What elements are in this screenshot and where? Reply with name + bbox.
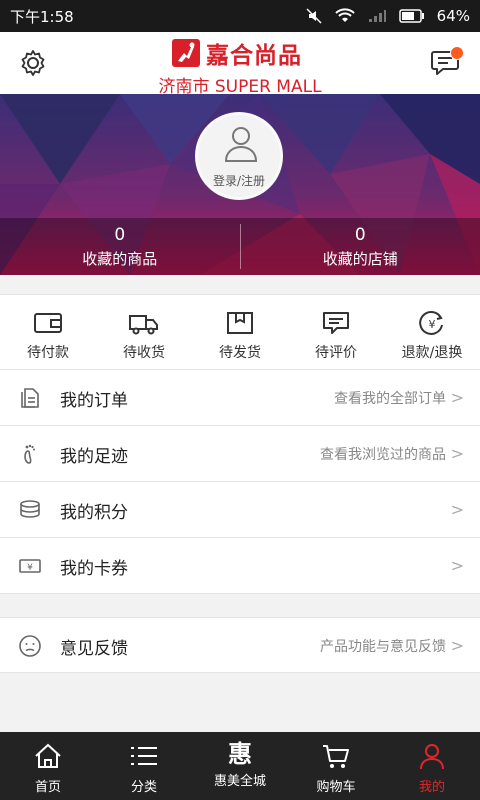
status-time: 下午1:58 [10, 7, 74, 26]
favorite-shops-label: 收藏的店铺 [322, 250, 398, 268]
menu-my-coupons-title: 我的卡券 [60, 559, 128, 579]
messages-button[interactable] [430, 46, 466, 80]
logo-mark [172, 39, 200, 67]
menu-my-coupons[interactable]: ¥ 我的卡券 > [0, 538, 480, 594]
favorite-products-count: 0 [114, 225, 126, 245]
favorite-shops-count: 0 [354, 225, 366, 245]
tab-home-label: 首页 [34, 780, 61, 795]
menu-my-points[interactable]: 我的积分 > [0, 482, 480, 538]
favorite-products[interactable]: 0 收藏的商品 [0, 218, 240, 275]
login-avatar-button[interactable]: 登录/注册 [195, 112, 283, 200]
order-pending-payment[interactable]: 待付款 [0, 295, 96, 369]
tab-cart[interactable]: 购物车 [288, 732, 384, 800]
app-header: 嘉合尚品 济南市 SUPER MALL [0, 32, 480, 97]
wifi-icon [334, 8, 355, 22]
menu-my-orders[interactable]: 我的订单 查看我的全部订单 > [0, 370, 480, 426]
tab-cart-label: 购物车 [316, 780, 356, 795]
coupon-icon: ¥ [19, 559, 41, 573]
document-icon [21, 388, 39, 408]
notification-dot [450, 46, 464, 60]
user-icon [420, 744, 444, 770]
tab-home[interactable]: 首页 [0, 732, 96, 800]
svg-text:¥: ¥ [429, 318, 436, 331]
svg-text:¥: ¥ [27, 563, 33, 573]
tab-citywide-deals[interactable]: 惠 惠美全城 [192, 732, 288, 800]
brand-logo: 嘉合尚品 [172, 39, 302, 69]
chevron-right-icon: > [450, 556, 464, 575]
chevron-right-icon: > [450, 388, 464, 407]
order-pending-receipt-label: 待收货 [123, 345, 165, 361]
menu-feedback-title: 意见反馈 [60, 639, 128, 659]
favorite-products-label: 收藏的商品 [82, 250, 158, 268]
menu-my-footprints-hint: 查看我浏览过的商品 [320, 447, 446, 463]
comment-icon [323, 312, 349, 334]
coins-icon [20, 500, 40, 518]
order-pending-shipment-label: 待发货 [219, 345, 261, 361]
favorites-stats: 0 收藏的商品 0 收藏的店铺 [0, 218, 480, 275]
user-avatar-icon [224, 127, 258, 162]
logo-text: 嘉合尚品 [206, 43, 302, 69]
footprint-icon [24, 444, 35, 464]
battery-level: 64% [436, 7, 470, 25]
mute-icon [306, 8, 322, 24]
sad-face-icon [19, 635, 41, 657]
chevron-right-icon: > [450, 500, 464, 519]
tab-mine[interactable]: 我的 [384, 732, 480, 800]
tab-categories-label: 分类 [130, 780, 157, 795]
signal-icon [368, 10, 386, 22]
refund-icon: ¥ [419, 311, 443, 335]
account-menu: 我的订单 查看我的全部订单 > 我的足迹 查看我浏览过的商品 > 我的积分 > … [0, 370, 480, 594]
list-icon [131, 747, 157, 765]
status-bar: 下午1:58 64% [0, 0, 480, 32]
profile-banner: 登录/注册 0 收藏的商品 0 收藏的店铺 [0, 94, 480, 275]
chevron-right-icon: > [450, 444, 464, 463]
order-pending-shipment[interactable]: 待发货 [192, 295, 288, 369]
battery-icon [398, 9, 424, 23]
login-register-label: 登录/注册 [212, 174, 266, 188]
tab-citywide-deals-label: 惠美全城 [213, 774, 266, 789]
menu-my-orders-hint: 查看我的全部订单 [334, 391, 446, 407]
menu-feedback[interactable]: 意见反馈 产品功能与意见反馈 > [0, 617, 480, 673]
bottom-tab-bar: 首页 分类 惠 惠美全城 购物车 我的 [0, 732, 480, 800]
order-refund[interactable]: ¥ 退款/退换 [384, 295, 480, 369]
order-pending-receipt[interactable]: 待收货 [96, 295, 192, 369]
wallet-icon [34, 313, 62, 333]
home-icon [35, 743, 61, 768]
order-pending-review[interactable]: 待评价 [288, 295, 384, 369]
tab-categories[interactable]: 分类 [96, 732, 192, 800]
favorite-shops[interactable]: 0 收藏的店铺 [241, 218, 480, 275]
truck-icon [129, 315, 158, 335]
status-icons: 64% [305, 7, 470, 25]
menu-my-points-title: 我的积分 [60, 503, 128, 523]
chevron-right-icon: > [450, 636, 464, 655]
cart-icon [323, 745, 349, 768]
order-pending-review-label: 待评价 [315, 345, 357, 361]
menu-my-footprints[interactable]: 我的足迹 查看我浏览过的商品 > [0, 426, 480, 482]
order-pending-payment-label: 待付款 [27, 345, 69, 361]
menu-feedback-hint: 产品功能与意见反馈 [320, 639, 446, 655]
tab-mine-label: 我的 [418, 780, 445, 795]
menu-my-orders-title: 我的订单 [60, 391, 128, 411]
order-refund-label: 退款/退换 [401, 345, 463, 361]
menu-my-footprints-title: 我的足迹 [60, 447, 128, 467]
hui-char: 惠 [228, 740, 252, 768]
box-icon [227, 312, 253, 334]
order-status-bar: 待付款 待收货 待发货 待评价 ¥ 退款/退换 [0, 294, 480, 370]
